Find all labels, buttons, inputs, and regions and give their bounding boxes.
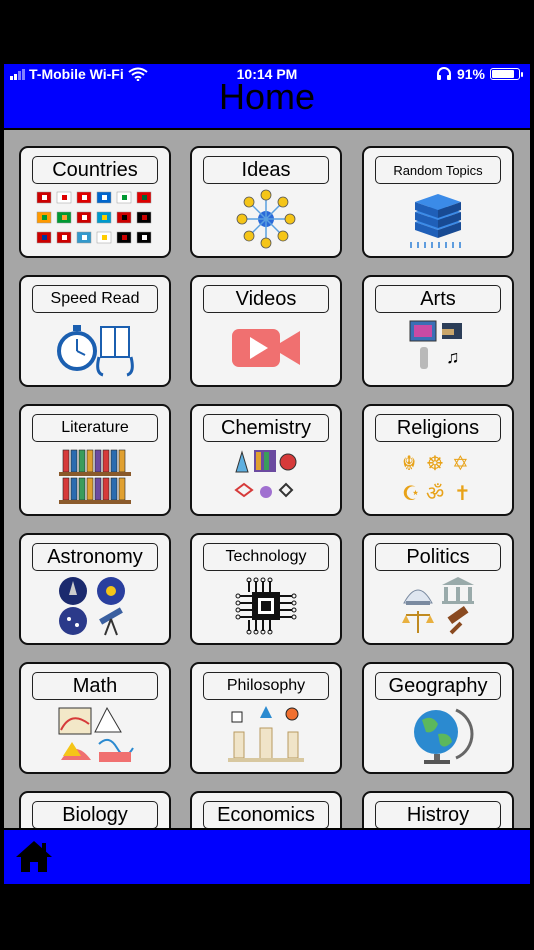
microchip-icon bbox=[202, 575, 330, 637]
topic-label: Countries bbox=[32, 156, 158, 184]
topic-label: Speed Read bbox=[32, 285, 158, 313]
topic-card-countries[interactable]: Countries bbox=[19, 146, 171, 258]
topic-label: Religions bbox=[375, 414, 501, 442]
topic-label: Math bbox=[32, 672, 158, 700]
topic-card-arts[interactable]: Arts ♫ bbox=[362, 275, 514, 387]
svg-text:✡: ✡ bbox=[452, 453, 469, 475]
topic-card-economics[interactable]: Economics bbox=[190, 791, 342, 828]
philosophy-pillars-icon bbox=[202, 704, 330, 766]
top-bar: T-Mobile Wi-Fi 10:14 PM 91% Home bbox=[4, 64, 530, 128]
topic-card-politics[interactable]: Politics bbox=[362, 533, 514, 645]
svg-text:ॐ: ॐ bbox=[426, 483, 444, 505]
topic-card-geography[interactable]: Geography bbox=[362, 662, 514, 774]
topic-label: Ideas bbox=[203, 156, 329, 184]
stopwatch-book-icon bbox=[31, 317, 159, 379]
topic-card-chemistry[interactable]: Chemistry bbox=[190, 404, 342, 516]
topic-label: Politics bbox=[375, 543, 501, 571]
topic-card-philosophy[interactable]: Philosophy bbox=[190, 662, 342, 774]
globe-icon bbox=[374, 704, 502, 766]
topic-card-math[interactable]: Math bbox=[19, 662, 171, 774]
topic-card-histroy[interactable]: Histroy bbox=[362, 791, 514, 828]
page-title: Home bbox=[218, 76, 316, 117]
math-geometry-icon bbox=[31, 704, 159, 766]
topic-card-technology[interactable]: Technology bbox=[190, 533, 342, 645]
topic-label: Economics bbox=[203, 801, 329, 828]
topic-label: Biology bbox=[32, 801, 158, 828]
svg-text:♫: ♫ bbox=[446, 347, 460, 367]
arts-collage-icon: ♫ bbox=[374, 317, 502, 379]
home-icon[interactable] bbox=[14, 838, 54, 874]
topic-card-biology[interactable]: Biology bbox=[19, 791, 171, 828]
video-camera-icon bbox=[202, 317, 330, 379]
topic-label: Chemistry bbox=[203, 414, 329, 442]
government-justice-icon bbox=[374, 575, 502, 637]
svg-text:☪: ☪ bbox=[402, 483, 420, 505]
topic-card-religions[interactable]: Religions ☬ ☸ ✡ ☪ ॐ ✝ bbox=[362, 404, 514, 516]
topic-card-ideas[interactable]: Ideas bbox=[190, 146, 342, 258]
topic-label: Arts bbox=[375, 285, 501, 313]
topic-label: Histroy bbox=[375, 801, 501, 828]
topics-panel[interactable]: Countries Ideas Random Topics Speed Read Vid… bbox=[4, 130, 530, 828]
topic-card-literature[interactable]: Literature bbox=[19, 404, 171, 516]
topic-label: Philosophy bbox=[203, 672, 329, 700]
astronomy-collage-icon bbox=[31, 575, 159, 637]
svg-text:✝: ✝ bbox=[454, 483, 471, 505]
topic-card-astronomy[interactable]: Astronomy bbox=[19, 533, 171, 645]
svg-text:☸: ☸ bbox=[426, 453, 444, 475]
topic-card-videos[interactable]: Videos bbox=[190, 275, 342, 387]
topic-label: Technology bbox=[203, 543, 329, 571]
bottom-tab-bar bbox=[4, 830, 530, 884]
religious-symbols-icon: ☬ ☸ ✡ ☪ ॐ ✝ bbox=[374, 446, 502, 508]
topic-label: Astronomy bbox=[32, 543, 158, 571]
topic-card-speed-read[interactable]: Speed Read bbox=[19, 275, 171, 387]
chemistry-lab-icon bbox=[202, 446, 330, 508]
lightbulb-network-icon bbox=[202, 188, 330, 250]
topic-label: Random Topics bbox=[375, 156, 501, 184]
svg-text:☬: ☬ bbox=[402, 453, 416, 475]
topic-label: Literature bbox=[32, 414, 158, 442]
server-stack-icon bbox=[374, 188, 502, 250]
topic-label: Geography bbox=[375, 672, 501, 700]
bookshelf-icon bbox=[31, 446, 159, 508]
topic-card-random-topics[interactable]: Random Topics bbox=[362, 146, 514, 258]
flags-icon bbox=[31, 188, 159, 250]
topic-label: Videos bbox=[203, 285, 329, 313]
